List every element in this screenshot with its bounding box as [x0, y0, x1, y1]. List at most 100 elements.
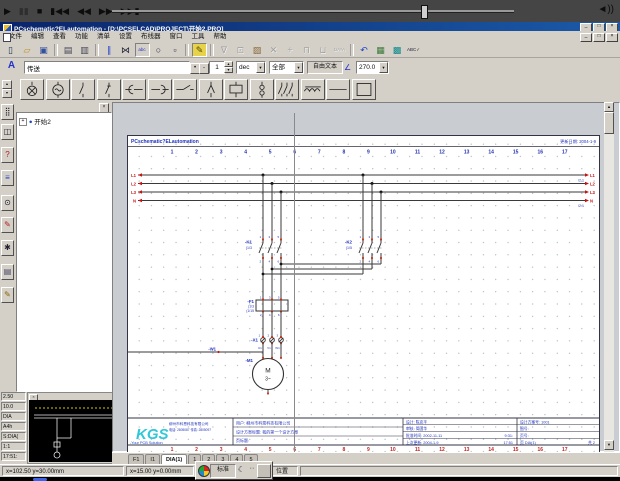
mdi-child-icon[interactable] [3, 33, 11, 42]
dash-button[interactable]: - [199, 63, 209, 74]
print-icon[interactable]: ▤ [61, 43, 76, 57]
symbol-plug-socket-right-button[interactable] [148, 79, 172, 100]
pickmenu-grid-icon[interactable]: ⣿ [1, 104, 14, 120]
component-database-icon[interactable]: ▦ [373, 43, 388, 57]
menu-item-2[interactable]: 查看 [53, 31, 66, 42]
pause-button[interactable]: ▮▮ [19, 0, 29, 22]
help-book-icon[interactable]: ? [1, 147, 14, 163]
taskbar-icon[interactable] [33, 478, 47, 481]
terminal-mark [380, 257, 382, 259]
net-navigate-icon[interactable]: ∇ [217, 43, 232, 57]
notebook-icon[interactable]: ▤ [1, 264, 14, 280]
notes-edit-icon[interactable]: ✎ [1, 287, 14, 303]
text-mode-icon[interactable]: abc [135, 43, 150, 57]
symbol-motor-button[interactable] [46, 79, 70, 100]
symbol-box-button[interactable] [352, 79, 376, 100]
parallel-lines-icon[interactable]: ∥ [102, 43, 117, 57]
tree-expand-icon[interactable]: + [19, 118, 27, 126]
object-lister-icon[interactable]: ≡ [1, 170, 14, 186]
symbol-ref-1-icon[interactable]: ⊓ [299, 43, 314, 57]
restore-button[interactable]: □ [593, 33, 605, 42]
stop-button[interactable]: ■ [37, 0, 42, 22]
settings-wheel-icon[interactable]: ✱ [1, 240, 14, 256]
volume-icon[interactable]: ◄)) [597, 4, 614, 15]
symbol-terminal-double-button[interactable] [250, 79, 274, 100]
rewind-button[interactable]: ◀◀ [77, 0, 91, 22]
zoom-search-icon[interactable]: ⊙ [1, 195, 14, 211]
move-icon[interactable]: + [283, 43, 298, 57]
menu-item-1[interactable]: 编辑 [31, 31, 44, 42]
symbol-changeover-contact-button[interactable] [199, 79, 223, 100]
preview-titlebar[interactable]: × [28, 393, 121, 400]
object-browser-icon[interactable]: ▩ [390, 43, 405, 57]
scope-dropdown[interactable]: 全部 ▼ [269, 61, 304, 74]
count-spinner[interactable]: 1 [209, 61, 225, 74]
angle-dropdown[interactable]: 270.0 ▼ [356, 61, 389, 74]
spin-down-icon[interactable]: ▼ [224, 67, 233, 73]
text-value-input[interactable] [24, 61, 190, 74]
chevron-down-icon[interactable]: ▼ [256, 62, 265, 73]
seek-thumb[interactable] [421, 5, 428, 19]
minimize-button[interactable]: _ [580, 33, 592, 42]
symbol-conductor-line-button[interactable] [326, 79, 350, 100]
edit-symbol-icon[interactable]: ✎ [1, 217, 14, 233]
menu-item-4[interactable]: 清单 [97, 31, 110, 42]
menu-item-6[interactable]: 布线器 [141, 31, 161, 42]
delete-icon[interactable]: ✕ [266, 43, 281, 57]
seek-track[interactable] [112, 10, 514, 13]
data-fields-icon[interactable]: DATA [332, 43, 347, 57]
scrollbar-thumb[interactable] [604, 112, 614, 134]
close-button[interactable]: × [606, 33, 618, 42]
circle-mode-icon[interactable]: ○ [151, 43, 166, 57]
page-setup-icon[interactable]: ▥ [77, 43, 92, 57]
symbol-break-contact-button[interactable] [97, 79, 121, 100]
new-document-icon[interactable]: ▯ [3, 43, 18, 57]
save-disk-icon[interactable]: ▣ [36, 43, 51, 57]
titlebar[interactable]: PCschematic?ELautomation - [D:\PCSELCAD\… [0, 22, 620, 31]
symbol-plug-socket-left-button[interactable] [122, 79, 146, 100]
moon-icon[interactable]: ☾ [236, 464, 247, 476]
symbol-inductor-button[interactable] [301, 79, 325, 100]
symbol-make-contact-2-button[interactable] [173, 79, 197, 100]
scroll-up-icon[interactable]: ▲ [604, 102, 614, 112]
spin-down-icon[interactable]: ▼ [2, 89, 12, 98]
pencil-draw-icon[interactable]: ✎ [192, 43, 207, 57]
schematic-page[interactable]: PCschematic?ELautomation更新日期: 2004-1-911… [127, 135, 600, 453]
dots-button[interactable]: ·· [248, 464, 256, 476]
open-folder-icon[interactable]: ▱ [20, 43, 35, 57]
play-button[interactable]: ▶ [4, 0, 11, 22]
menu-item-5[interactable]: 设置 [119, 31, 132, 42]
symbol-three-pole-contact-button[interactable] [275, 79, 299, 100]
symbol-make-contact-button[interactable] [71, 79, 95, 100]
chevron-down-icon[interactable]: ▼ [379, 62, 388, 73]
menu-item-9[interactable]: 帮助 [214, 31, 227, 42]
area-select-icon[interactable]: ▫ [168, 43, 183, 57]
menu-item-8[interactable]: 工具 [192, 31, 205, 42]
color-wheel-icon[interactable] [198, 465, 210, 477]
copy-icon[interactable]: ⊡ [233, 43, 248, 57]
vertical-scrollbar[interactable]: ▲ ▼ [604, 102, 614, 452]
menu-item-3[interactable]: 功能 [75, 31, 88, 42]
spell-check-icon[interactable]: ABC✓ [406, 43, 421, 57]
skip-start-button[interactable]: ▮◀◀ [50, 0, 69, 22]
scroll-down-icon[interactable]: ▼ [604, 440, 614, 450]
format-dropdown[interactable]: dec ▼ [236, 61, 266, 74]
drawing-viewport[interactable]: PCschematic?ELautomation更新日期: 2004-1-911… [112, 102, 620, 452]
preview-canvas[interactable] [29, 400, 120, 462]
symbol-mode-icon[interactable]: ⋈ [118, 43, 133, 57]
symbol-ref-2-icon[interactable]: ⊔ [316, 43, 331, 57]
free-text-toggle[interactable]: 自由文本 [307, 61, 343, 74]
standard-button[interactable]: 标准 [210, 464, 236, 478]
chevron-down-icon[interactable]: ▼ [294, 62, 303, 73]
fast-forward-button[interactable]: ▶▶ [99, 0, 113, 22]
tree-panel-header[interactable]: × [15, 103, 111, 112]
spin-up-icon[interactable]: ▲ [2, 80, 12, 89]
floating-toolbar[interactable]: 标准 ☾ ·· [195, 461, 273, 480]
symbol-browser-icon[interactable]: ◫ [1, 124, 14, 140]
undo-icon[interactable]: ↶ [357, 43, 372, 57]
symbol-signal-lamp-button[interactable] [20, 79, 44, 100]
symbol-coil-button[interactable] [224, 79, 248, 100]
menu-item-7[interactable]: 窗口 [170, 31, 183, 42]
paste-clipboard-icon[interactable]: ▨ [250, 43, 265, 57]
tree-item-project[interactable]: + ● 开始2 [19, 116, 51, 126]
